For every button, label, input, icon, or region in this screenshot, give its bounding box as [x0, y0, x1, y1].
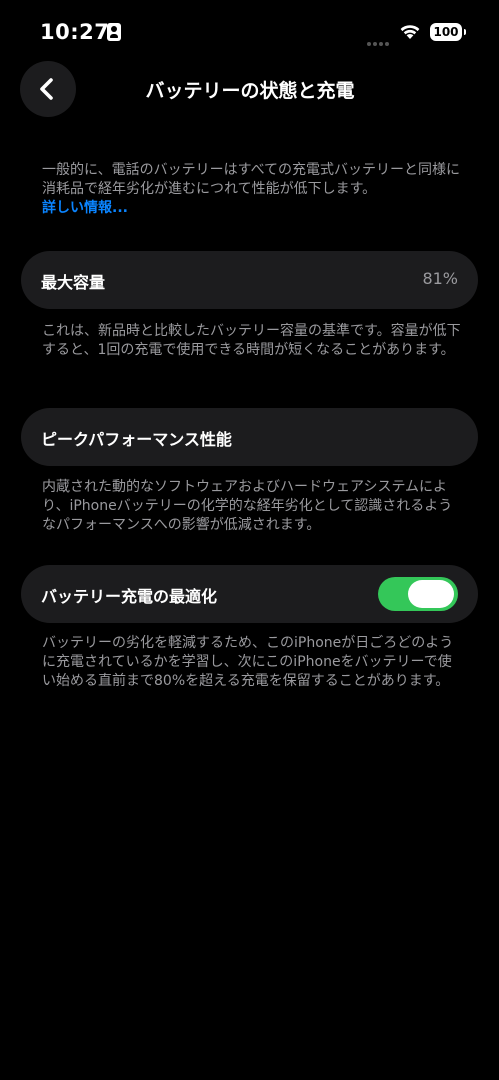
peak-performance-row[interactable]: ピークパフォーマンス性能 — [21, 408, 478, 466]
intro-text: 一般的に、電話のバッテリーはすべての充電式バッテリーと同様に消耗品で経年劣化が進… — [42, 162, 461, 197]
max-capacity-value: 81% — [422, 269, 458, 288]
intro-description: 一般的に、電話のバッテリーはすべての充電式バッテリーと同様に消耗品で経年劣化が進… — [42, 161, 462, 218]
learn-more-link[interactable]: 詳しい情報... — [42, 200, 128, 216]
optimized-charging-toggle[interactable] — [378, 577, 458, 611]
max-capacity-label: 最大容量 — [41, 273, 106, 292]
cellular-dots-icon — [367, 31, 391, 46]
optimized-charging-row: バッテリー充電の最適化 — [21, 565, 478, 623]
status-time: 10:27 — [40, 20, 110, 44]
peak-performance-description: 内蔵された動的なソフトウェアおよびハードウェアシステムにより、iPhoneバッテ… — [42, 479, 453, 533]
id-card-icon — [107, 23, 121, 41]
optimized-charging-label: バッテリー充電の最適化 — [41, 587, 218, 606]
back-button[interactable] — [20, 61, 76, 117]
peak-performance-label: ピークパフォーマンス性能 — [41, 430, 232, 449]
optimized-charging-description: バッテリーの劣化を軽減するため、このiPhoneが日ごろどのように充電されている… — [42, 635, 454, 689]
wifi-icon — [398, 22, 422, 40]
max-capacity-description: これは、新品時と比較したバッテリー容量の基準です。容量が低下すると、1回の充電で… — [42, 323, 461, 358]
battery-icon: 100 — [430, 23, 462, 41]
battery-cap — [464, 29, 466, 35]
toggle-knob — [408, 580, 454, 608]
page-title: バッテリーの状態と充電 — [145, 80, 355, 102]
status-bar: 10:27 100 — [0, 0, 499, 60]
max-capacity-row: 最大容量 81% — [21, 251, 478, 309]
chevron-left-icon — [40, 78, 53, 100]
